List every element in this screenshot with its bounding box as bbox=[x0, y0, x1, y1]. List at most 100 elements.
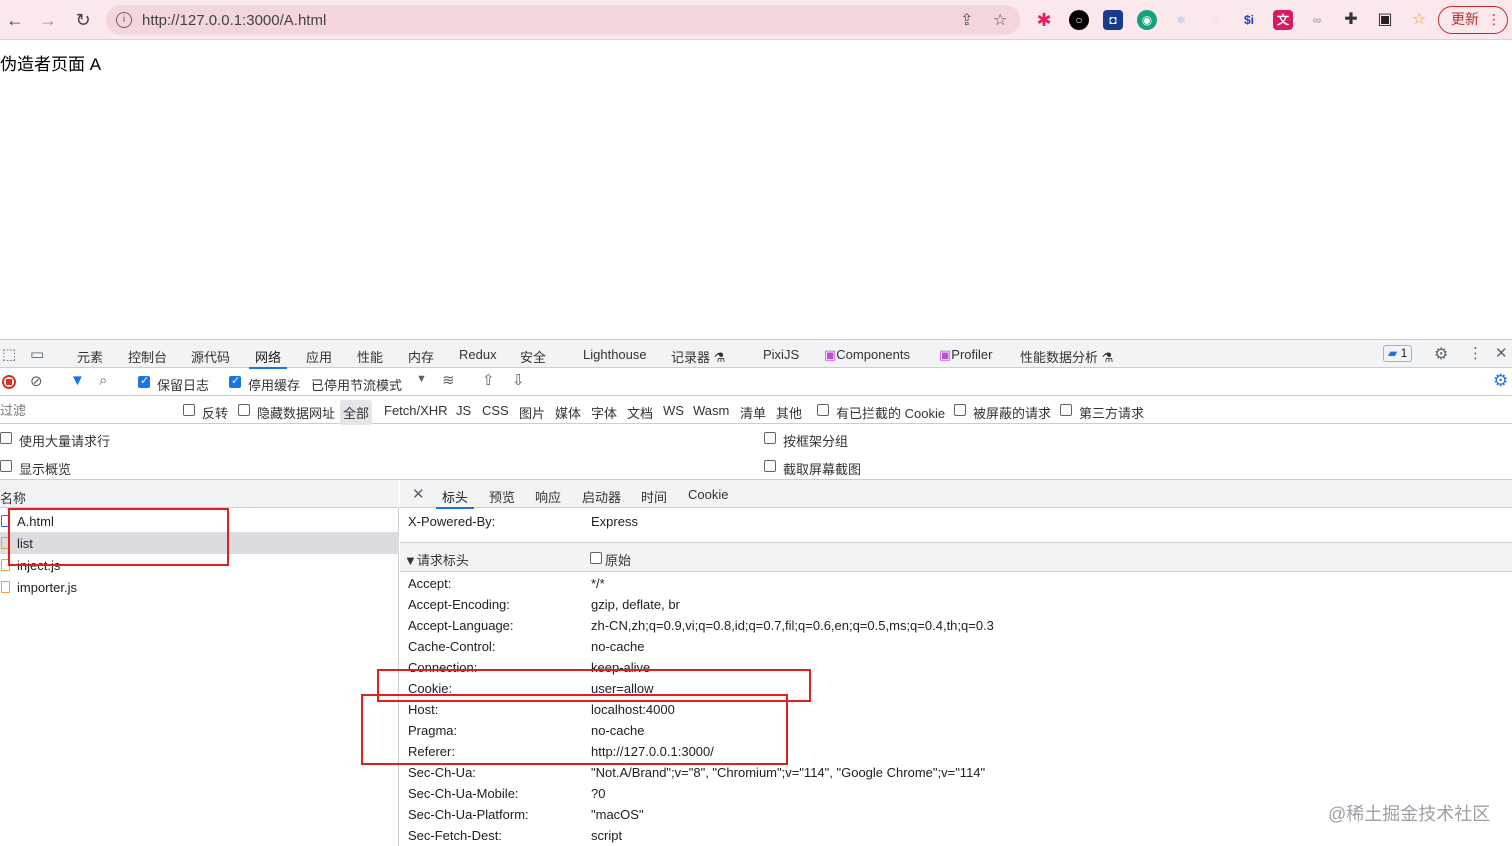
close-detail-icon[interactable]: ✕ bbox=[412, 485, 425, 503]
extensions-puzzle-icon[interactable]: ✚ bbox=[1341, 10, 1361, 30]
group-by-frame-checkbox[interactable] bbox=[764, 432, 776, 444]
clear-icon[interactable]: ⊘ bbox=[30, 372, 43, 390]
filter-type-manifest[interactable]: 清单 bbox=[740, 403, 766, 422]
header-key: Accept-Language: bbox=[408, 618, 514, 633]
preserve-log-checkbox[interactable] bbox=[138, 374, 150, 388]
tab-performance-insights[interactable]: 性能数据分析 ⚗ bbox=[1020, 347, 1113, 366]
filter-type-ws[interactable]: WS bbox=[663, 403, 684, 418]
filter-type-doc[interactable]: 文档 bbox=[627, 403, 653, 422]
tab-memory[interactable]: 内存 bbox=[408, 347, 434, 366]
tab-lighthouse[interactable]: Lighthouse bbox=[583, 347, 647, 362]
blocked-requests-label: 被屏蔽的请求 bbox=[973, 406, 1052, 421]
blocked-cookies-label: 有已拦截的 Cookie bbox=[836, 406, 946, 421]
extension-link-icon[interactable]: ∞ bbox=[1307, 10, 1327, 30]
share-icon[interactable]: ⇪ bbox=[960, 10, 973, 30]
tab-timing[interactable]: 时间 bbox=[641, 487, 667, 506]
tab-components[interactable]: ▣Components bbox=[824, 347, 910, 363]
blocked-requests-checkbox[interactable] bbox=[954, 404, 966, 416]
export-har-icon[interactable]: ⇩ bbox=[512, 371, 525, 389]
show-overview-checkbox[interactable] bbox=[0, 460, 12, 472]
inspect-element-icon[interactable]: ⬚ bbox=[2, 345, 16, 363]
settings-gear-icon[interactable]: ⚙ bbox=[1434, 344, 1448, 364]
invert-checkbox[interactable] bbox=[183, 404, 195, 416]
record-stop-icon[interactable] bbox=[2, 375, 16, 389]
more-options-icon[interactable]: ⋮ bbox=[1468, 344, 1483, 362]
blocked-cookies-checkbox[interactable] bbox=[817, 404, 829, 416]
tab-performance[interactable]: 性能 bbox=[357, 347, 383, 366]
big-request-rows-checkbox[interactable] bbox=[0, 432, 12, 444]
filter-type-js[interactable]: JS bbox=[456, 403, 471, 418]
extension-sparkle-icon[interactable]: ✱ bbox=[1034, 10, 1054, 30]
search-icon[interactable]: ⌕ bbox=[99, 372, 107, 389]
filter-type-img[interactable]: 图片 bbox=[519, 403, 545, 422]
tab-network[interactable]: 网络 bbox=[248, 347, 288, 369]
reload-icon[interactable]: ↻ bbox=[72, 9, 94, 31]
tab-console[interactable]: 控制台 bbox=[128, 347, 167, 366]
chevron-down-icon[interactable]: ▼ bbox=[416, 373, 427, 385]
network-conditions-icon[interactable]: ≋ bbox=[442, 371, 455, 389]
filter-type-font[interactable]: 字体 bbox=[591, 403, 617, 422]
third-party-checkbox[interactable] bbox=[1060, 404, 1072, 416]
extension-ghost-icon[interactable]: ◌ bbox=[1205, 10, 1225, 30]
back-icon[interactable]: ← bbox=[4, 9, 26, 31]
request-row[interactable]: importer.js bbox=[0, 576, 399, 598]
site-info-icon[interactable]: i bbox=[116, 12, 132, 28]
tab-elements[interactable]: 元素 bbox=[77, 347, 103, 366]
filter-type-other[interactable]: 其他 bbox=[776, 403, 802, 422]
header-value: "Not.A/Brand";v="8", "Chromium";v="114",… bbox=[591, 765, 986, 780]
request-row[interactable]: list bbox=[0, 532, 399, 554]
tab-profiler[interactable]: ▣Profiler bbox=[939, 347, 992, 363]
issues-badge[interactable]: ▰ 1 bbox=[1383, 345, 1413, 362]
raw-checkbox[interactable] bbox=[590, 552, 602, 564]
extension-si-icon[interactable]: $i bbox=[1239, 10, 1259, 30]
disable-cache-checkbox[interactable] bbox=[229, 374, 241, 388]
tab-recorder[interactable]: 记录器 ⚗ bbox=[671, 347, 725, 366]
tab-pixijs[interactable]: PixiJS bbox=[763, 347, 799, 362]
update-button[interactable]: 更新 ⋮ bbox=[1438, 6, 1508, 34]
device-toolbar-icon[interactable]: ▭ bbox=[30, 345, 44, 363]
address-bar[interactable]: i http://127.0.0.1:3000/A.html ⇪ ☆ bbox=[106, 5, 1020, 35]
tab-preview[interactable]: 预览 bbox=[489, 487, 515, 506]
tab-cookies[interactable]: Cookie bbox=[688, 487, 728, 502]
react-icon: ▣ bbox=[939, 347, 952, 362]
filter-type-wasm[interactable]: Wasm bbox=[693, 403, 729, 418]
bookmark-star-icon[interactable]: ☆ bbox=[993, 10, 1007, 30]
filter-type-fetch-xhr[interactable]: Fetch/XHR bbox=[384, 403, 448, 418]
filter-icon[interactable]: ▼ bbox=[70, 372, 85, 389]
extension-bitwarden-icon[interactable]: ◘ bbox=[1103, 10, 1123, 30]
side-panel-icon[interactable]: ▣ bbox=[1375, 10, 1395, 30]
tab-security[interactable]: 安全 bbox=[520, 347, 546, 366]
hide-data-urls-checkbox[interactable] bbox=[238, 404, 250, 416]
request-row[interactable]: inject.js bbox=[0, 554, 399, 576]
script-icon bbox=[1, 559, 10, 571]
tab-initiator[interactable]: 启动器 bbox=[582, 487, 621, 506]
header-key: Sec-Fetch-Dest: bbox=[408, 828, 502, 843]
extension-chat-icon[interactable]: ◉ bbox=[1137, 10, 1157, 30]
extension-react-icon[interactable]: ⚛ bbox=[1171, 10, 1191, 30]
capture-screenshots-checkbox[interactable] bbox=[764, 460, 776, 472]
extension-circle-icon[interactable]: ○ bbox=[1069, 10, 1089, 30]
request-headers-section[interactable]: ▼请求标头 原始 bbox=[400, 542, 1512, 572]
request-row[interactable]: A.html bbox=[0, 510, 399, 532]
close-devtools-icon[interactable]: ✕ bbox=[1495, 344, 1508, 362]
request-name: inject.js bbox=[17, 558, 61, 573]
forward-icon[interactable]: → bbox=[37, 9, 59, 31]
tab-application[interactable]: 应用 bbox=[306, 347, 332, 366]
favorites-star-icon[interactable]: ☆ bbox=[1409, 10, 1429, 30]
tab-redux[interactable]: Redux bbox=[459, 347, 497, 362]
tab-sources[interactable]: 源代码 bbox=[191, 347, 230, 366]
request-header-row: Sec-Ch-Ua: "Not.A/Brand";v="8", "Chromium… bbox=[408, 762, 1508, 783]
name-column-header[interactable]: 名称 bbox=[0, 488, 26, 507]
tab-performance-insights-label: 性能数据分析 bbox=[1020, 350, 1099, 365]
import-har-icon[interactable]: ⇧ bbox=[482, 371, 495, 389]
filter-type-media[interactable]: 媒体 bbox=[555, 403, 581, 422]
filter-type-all[interactable]: 全部 bbox=[340, 400, 373, 425]
header-value: script bbox=[591, 828, 623, 843]
throttling-select[interactable]: 已停用节流模式 bbox=[311, 375, 402, 394]
tab-response[interactable]: 响应 bbox=[535, 487, 561, 506]
filter-type-css[interactable]: CSS bbox=[482, 403, 509, 418]
tab-headers[interactable]: 标头 bbox=[435, 487, 475, 509]
filter-input[interactable] bbox=[0, 400, 168, 420]
network-settings-icon[interactable]: ⚙ bbox=[1493, 371, 1508, 391]
extension-translate-icon[interactable]: 文 bbox=[1273, 10, 1293, 30]
